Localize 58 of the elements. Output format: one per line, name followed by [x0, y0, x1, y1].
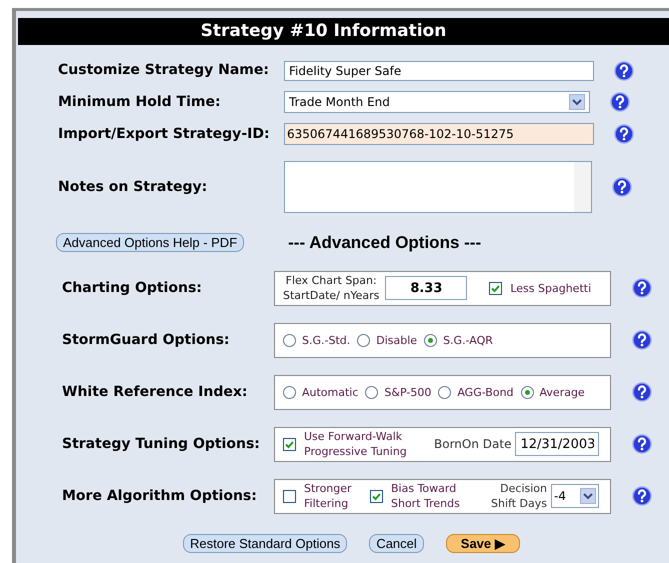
option-label: Strategy Tuning Options:: [62, 434, 261, 454]
option-label: StormGuard Options:: [62, 330, 231, 350]
checkbox-label: Bias Toward Short Trends: [391, 481, 461, 511]
radio-label: Automatic: [302, 384, 358, 400]
field-label: Customize Strategy Name:: [58, 61, 270, 80]
checkbox[interactable]: [283, 490, 296, 502]
action-button[interactable]: Cancel: [369, 534, 424, 552]
field-label: Minimum Hold Time:: [58, 92, 222, 112]
checkbox-label: Less Spaghetti: [510, 280, 592, 296]
chart-span-sublabel: StartDate/ nYears: [283, 288, 380, 303]
chart-span-label: Flex Chart Span:: [286, 273, 377, 288]
checkbox[interactable]: [489, 282, 502, 294]
radio-label: AGG-Bond: [457, 384, 514, 400]
help-icon[interactable]: [610, 92, 630, 112]
radio-button[interactable]: [520, 386, 534, 398]
radio-button[interactable]: [424, 334, 438, 346]
help-icon[interactable]: [632, 278, 652, 298]
radio-label: Average: [540, 384, 585, 400]
radio-button[interactable]: [283, 334, 296, 346]
born-on-date-field[interactable]: 12/31/2003: [515, 432, 600, 456]
radio-button[interactable]: [438, 386, 452, 398]
help-icon[interactable]: [614, 124, 634, 144]
notes-field[interactable]: [284, 161, 592, 213]
radio-label: S.G.-AQR: [443, 332, 493, 348]
option-label: More Algorithm Options:: [62, 486, 258, 506]
radio-label: S&P-500: [384, 384, 432, 400]
help-icon[interactable]: [632, 434, 652, 454]
checkbox-label: Use Forward-Walk Progressive Tuning: [304, 429, 408, 459]
hold-time-select[interactable]: Trade Month End: [284, 91, 590, 113]
window-title: Strategy #10 Information: [200, 20, 446, 43]
action-button[interactable]: Restore Standard Options: [183, 534, 348, 552]
strategy-id-field[interactable]: 635067441689530768-102-10-51275: [284, 123, 594, 145]
radio-label: Disable: [376, 332, 418, 348]
born-on-label: BornOn Date: [434, 436, 512, 453]
checkbox[interactable]: [370, 490, 383, 502]
action-button[interactable]: Save ▶: [446, 534, 520, 552]
help-pdf-button[interactable]: Advanced Options Help - PDF: [56, 233, 244, 252]
shift-days-label: Decision Shift Days: [490, 481, 547, 511]
checkbox[interactable]: [283, 438, 296, 450]
shift-days-select[interactable]: -4: [551, 484, 599, 508]
scrollbar[interactable]: [574, 162, 591, 212]
chart-span-field[interactable]: 8.33: [385, 276, 468, 300]
help-icon[interactable]: [632, 486, 652, 506]
radio-button[interactable]: [283, 386, 296, 398]
strategy-name-field[interactable]: Fidelity Super Safe: [284, 60, 594, 80]
field-label: Import/Export Strategy-ID:: [58, 124, 271, 144]
help-icon[interactable]: [614, 60, 634, 80]
field-label: Notes on Strategy:: [58, 178, 208, 196]
radio-button[interactable]: [357, 334, 370, 346]
section-heading: --- Advanced Options ---: [288, 232, 482, 254]
help-icon[interactable]: [612, 177, 632, 197]
radio-label: S.G.-Std.: [302, 332, 350, 348]
option-label: White Reference Index:: [62, 382, 248, 402]
help-icon[interactable]: [632, 330, 652, 350]
option-label: Charting Options:: [62, 278, 203, 298]
help-icon[interactable]: [632, 382, 652, 402]
radio-button[interactable]: [365, 386, 378, 398]
checkbox-label: Stronger Filtering: [304, 481, 353, 511]
